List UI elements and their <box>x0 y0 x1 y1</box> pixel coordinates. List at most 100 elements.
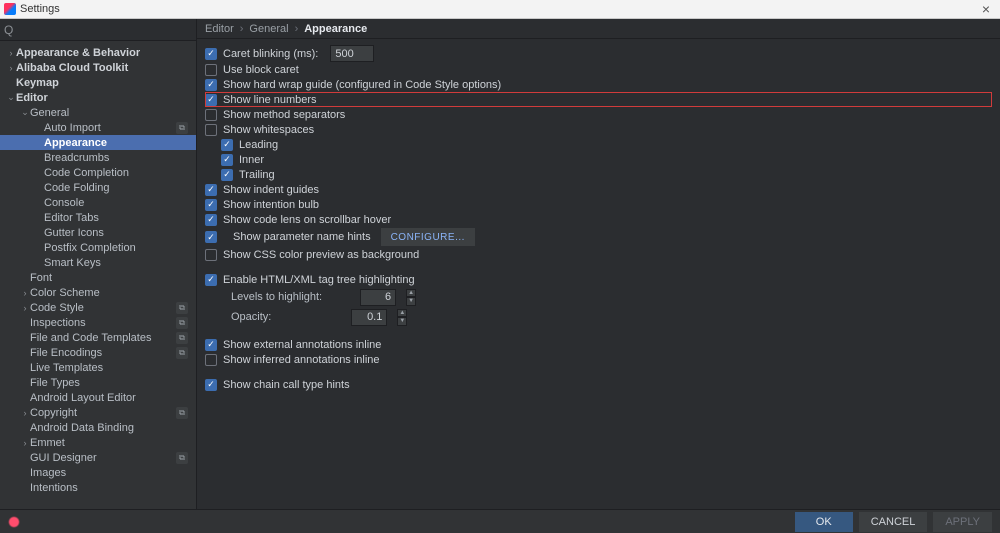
levels-stepper[interactable]: ▲▼ <box>406 289 416 306</box>
indent-guides-checkbox[interactable] <box>205 184 217 196</box>
sidebar-item-label: Font <box>30 272 192 284</box>
chevron-right-icon: › <box>240 23 244 35</box>
chevron-right-icon[interactable]: › <box>20 303 30 313</box>
sidebar-item-label: Inspections <box>30 317 176 329</box>
opt-caret-blinking: Caret blinking (ms): 500 <box>205 45 992 62</box>
sidebar-item-live-templates[interactable]: Live Templates <box>0 360 196 375</box>
sidebar-item-label: Breadcrumbs <box>44 152 192 164</box>
caret-blinking-value[interactable]: 500 <box>330 45 374 62</box>
hard-wrap-checkbox[interactable] <box>205 79 217 91</box>
apply-button[interactable]: APPLY <box>933 512 992 532</box>
sidebar-item-smart-keys[interactable]: Smart Keys <box>0 255 196 270</box>
chevron-right-icon[interactable]: › <box>20 288 30 298</box>
sidebar-item-copyright[interactable]: ›Copyright⧉ <box>0 405 196 420</box>
sidebar-item-label: Intentions <box>30 482 192 494</box>
ok-button[interactable]: OK <box>795 512 853 532</box>
crumb-general[interactable]: General <box>249 23 288 35</box>
ws-trailing-label: Trailing <box>239 169 275 181</box>
cancel-button[interactable]: CANCEL <box>859 512 928 532</box>
project-scope-icon: ⧉ <box>176 122 188 134</box>
sidebar-item-font[interactable]: Font <box>0 270 196 285</box>
ext-annot-checkbox[interactable] <box>205 339 217 351</box>
sidebar-item-color-scheme[interactable]: ›Color Scheme <box>0 285 196 300</box>
search-input[interactable] <box>17 20 196 40</box>
code-lens-label: Show code lens on scrollbar hover <box>223 214 391 226</box>
project-scope-icon: ⧉ <box>176 347 188 359</box>
param-hints-checkbox[interactable] <box>205 231 217 243</box>
sidebar-item-inspections[interactable]: Inspections⧉ <box>0 315 196 330</box>
opt-hard-wrap: Show hard wrap guide (configured in Code… <box>205 77 992 92</box>
code-lens-checkbox[interactable] <box>205 214 217 226</box>
block-caret-label: Use block caret <box>223 64 299 76</box>
css-color-checkbox[interactable] <box>205 249 217 261</box>
sidebar-item-label: Smart Keys <box>44 257 192 269</box>
chevron-up-icon[interactable]: ▲ <box>406 289 416 298</box>
app-icon <box>4 3 16 15</box>
sidebar-item-appearance-behavior[interactable]: ›Appearance & Behavior <box>0 45 196 60</box>
chevron-down-icon[interactable]: ▼ <box>397 317 407 326</box>
sidebar-item-emmet[interactable]: ›Emmet <box>0 435 196 450</box>
configure-button[interactable]: CONFIGURE... <box>381 228 475 246</box>
opt-ws-inner: Inner <box>205 152 992 167</box>
intention-bulb-checkbox[interactable] <box>205 199 217 211</box>
sidebar-item-label: Code Style <box>30 302 176 314</box>
close-icon[interactable]: × <box>976 2 996 16</box>
sidebar-item-editor[interactable]: ⌄Editor <box>0 90 196 105</box>
sidebar-item-intentions[interactable]: Intentions <box>0 480 196 495</box>
chevron-down-icon[interactable]: ⌄ <box>20 107 30 118</box>
sidebar-item-general[interactable]: ⌄General <box>0 105 196 120</box>
ws-leading-checkbox[interactable] <box>221 139 233 151</box>
sidebar-item-editor-tabs[interactable]: Editor Tabs <box>0 210 196 225</box>
sidebar-item-breadcrumbs[interactable]: Breadcrumbs <box>0 150 196 165</box>
settings-pane: Caret blinking (ms): 500 Use block caret… <box>197 39 1000 509</box>
sidebar-item-appearance[interactable]: Appearance <box>0 135 196 150</box>
chevron-down-icon[interactable]: ▼ <box>406 297 416 306</box>
crumb-editor[interactable]: Editor <box>205 23 234 35</box>
sidebar-item-gutter-icons[interactable]: Gutter Icons <box>0 225 196 240</box>
ws-leading-label: Leading <box>239 139 278 151</box>
sidebar-item-label: Color Scheme <box>30 287 192 299</box>
css-color-label: Show CSS color preview as background <box>223 249 419 261</box>
sidebar-item-android-data-binding[interactable]: Android Data Binding <box>0 420 196 435</box>
chevron-right-icon[interactable]: › <box>6 48 16 58</box>
sidebar-item-gui-designer[interactable]: GUI Designer⧉ <box>0 450 196 465</box>
chevron-right-icon[interactable]: › <box>20 408 30 418</box>
sidebar-item-console[interactable]: Console <box>0 195 196 210</box>
sidebar-item-file-types[interactable]: File Types <box>0 375 196 390</box>
chevron-right-icon[interactable]: › <box>6 63 16 73</box>
indent-guides-label: Show indent guides <box>223 184 319 196</box>
project-scope-icon: ⧉ <box>176 452 188 464</box>
sidebar-item-keymap[interactable]: Keymap <box>0 75 196 90</box>
line-numbers-checkbox[interactable] <box>205 94 217 106</box>
sidebar-item-file-encodings[interactable]: File Encodings⧉ <box>0 345 196 360</box>
chevron-down-icon[interactable]: ⌄ <box>6 92 16 103</box>
sidebar-item-images[interactable]: Images <box>0 465 196 480</box>
opt-levels: Levels to highlight: 6 ▲▼ <box>205 287 992 307</box>
status-indicator-icon <box>8 516 20 528</box>
sidebar-item-postfix-completion[interactable]: Postfix Completion <box>0 240 196 255</box>
ws-inner-checkbox[interactable] <box>221 154 233 166</box>
sidebar-item-code-completion[interactable]: Code Completion <box>0 165 196 180</box>
sidebar-item-auto-import[interactable]: Auto Import⧉ <box>0 120 196 135</box>
opacity-stepper[interactable]: ▲▼ <box>397 309 407 326</box>
sidebar-item-file-and-code-templates[interactable]: File and Code Templates⧉ <box>0 330 196 345</box>
levels-value[interactable]: 6 <box>360 289 396 306</box>
block-caret-checkbox[interactable] <box>205 64 217 76</box>
sidebar-item-android-layout-editor[interactable]: Android Layout Editor <box>0 390 196 405</box>
chevron-right-icon[interactable]: › <box>20 438 30 448</box>
sidebar-item-alibaba-cloud-toolkit[interactable]: ›Alibaba Cloud Toolkit <box>0 60 196 75</box>
inf-annot-checkbox[interactable] <box>205 354 217 366</box>
sidebar-item-code-folding[interactable]: Code Folding <box>0 180 196 195</box>
chain-hints-checkbox[interactable] <box>205 379 217 391</box>
settings-content: Editor › General › Appearance Caret blin… <box>197 19 1000 509</box>
levels-label: Levels to highlight: <box>231 291 322 303</box>
whitespaces-checkbox[interactable] <box>205 124 217 136</box>
method-sep-checkbox[interactable] <box>205 109 217 121</box>
tag-tree-checkbox[interactable] <box>205 274 217 286</box>
sidebar-item-label: Auto Import <box>44 122 176 134</box>
chevron-up-icon[interactable]: ▲ <box>397 309 407 318</box>
opacity-value[interactable]: 0.1 <box>351 309 387 326</box>
sidebar-item-code-style[interactable]: ›Code Style⧉ <box>0 300 196 315</box>
caret-blinking-checkbox[interactable] <box>205 48 217 60</box>
ws-trailing-checkbox[interactable] <box>221 169 233 181</box>
